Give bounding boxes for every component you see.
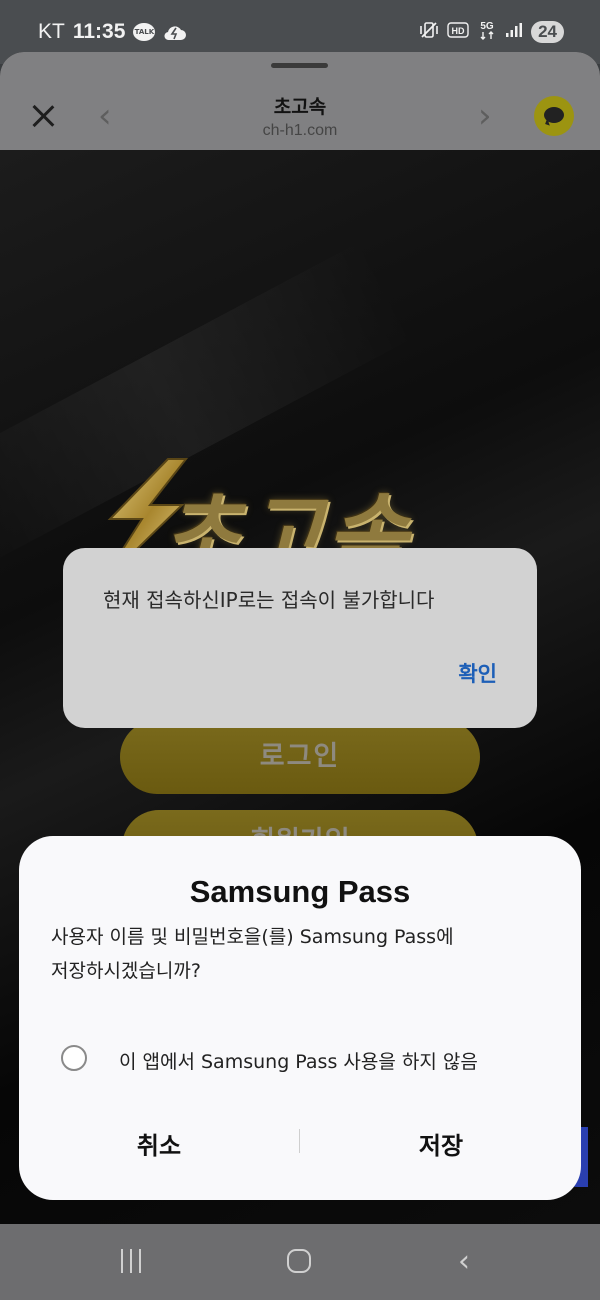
cancel-button[interactable]: 취소 [19, 1126, 299, 1161]
vibrate-off-icon [419, 21, 439, 43]
system-nav-bar: ‹ [0, 1224, 600, 1300]
dialog-title: Samsung Pass [189, 874, 411, 909]
cloud-icon [163, 23, 187, 41]
status-right: HD 5G 24 [419, 19, 564, 45]
home-icon[interactable] [287, 1249, 311, 1273]
never-for-app-label[interactable]: 이 앱에서 Samsung Pass 사용을 하지 않음 [119, 1047, 478, 1074]
svg-text:5G: 5G [480, 21, 494, 32]
5g-icon: 5G [477, 19, 497, 45]
page-title: 초고속 [273, 96, 327, 118]
signal-icon [505, 22, 523, 42]
confirm-button[interactable]: 확인 [458, 658, 497, 688]
button-divider [299, 1129, 300, 1153]
forward-arrow-icon[interactable]: › [478, 96, 492, 136]
login-button[interactable]: 로그인 [120, 720, 480, 794]
browser-header: ‹ 초고속 ch-h1.com › [0, 52, 600, 150]
carrier-label: KT [38, 20, 65, 43]
svg-text:HD: HD [452, 26, 465, 36]
clock: 11:35 [72, 20, 126, 43]
drag-handle[interactable] [271, 63, 328, 68]
battery-icon: 24 [531, 21, 564, 43]
dialog-message-line1: 사용자 이름 및 비밀번호을(를) Samsung Pass에 [51, 926, 454, 948]
dialog-message-line2: 저장하시겠습니까? [51, 960, 201, 982]
ip-blocked-alert: 현재 접속하신IP로는 접속이 불가합니다 확인 [63, 548, 537, 728]
chat-icon[interactable] [534, 96, 574, 136]
samsung-pass-dialog: Samsung Pass 사용자 이름 및 비밀번호을(를) Samsung P… [19, 836, 581, 1200]
back-icon[interactable]: ‹ [458, 1244, 470, 1279]
never-for-app-radio[interactable] [61, 1045, 87, 1071]
recents-icon[interactable] [119, 1249, 143, 1273]
hd-icon: HD [447, 22, 469, 42]
kakaotalk-icon: TALK [133, 23, 156, 41]
alert-message: 현재 접속하신IP로는 접속이 불가합니다 [103, 588, 435, 612]
page-url: ch-h1.com [262, 122, 338, 139]
save-button[interactable]: 저장 [301, 1126, 581, 1161]
status-left: KT 11:35 TALK [38, 20, 187, 44]
